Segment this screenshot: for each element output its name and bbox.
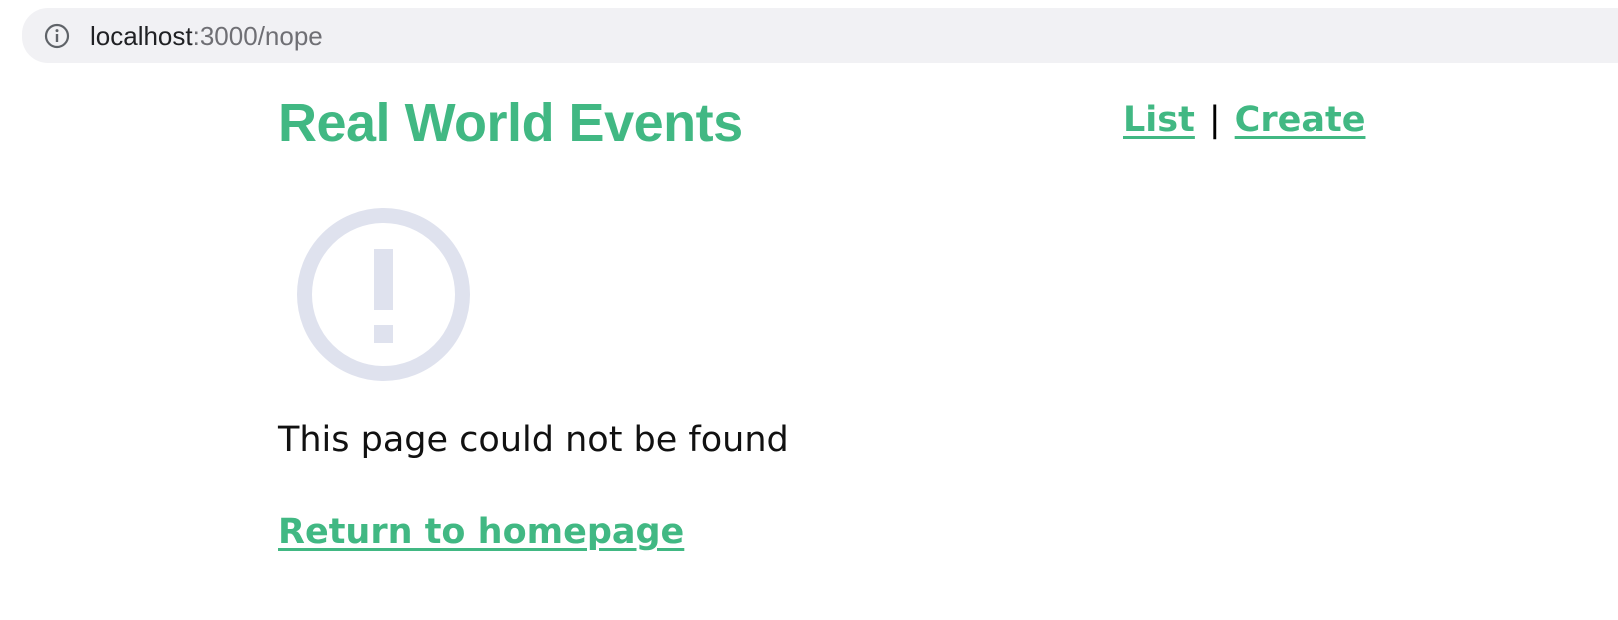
exclamation-circle-icon [297, 208, 470, 381]
return-home-link[interactable]: Return to homepage [278, 508, 684, 556]
main-nav: List | Create [1123, 96, 1365, 144]
url-text[interactable]: localhost:3000/nope [90, 18, 323, 54]
url-path: :3000/nope [192, 21, 323, 51]
info-icon[interactable] [44, 23, 70, 49]
nav-link-create[interactable]: Create [1235, 100, 1366, 140]
nav-link-list[interactable]: List [1123, 100, 1195, 140]
url-host: localhost [90, 21, 193, 51]
nav-separator: | [1208, 100, 1221, 140]
error-message: This page could not be found [278, 420, 789, 460]
brand-title: Real World Events [278, 93, 743, 153]
